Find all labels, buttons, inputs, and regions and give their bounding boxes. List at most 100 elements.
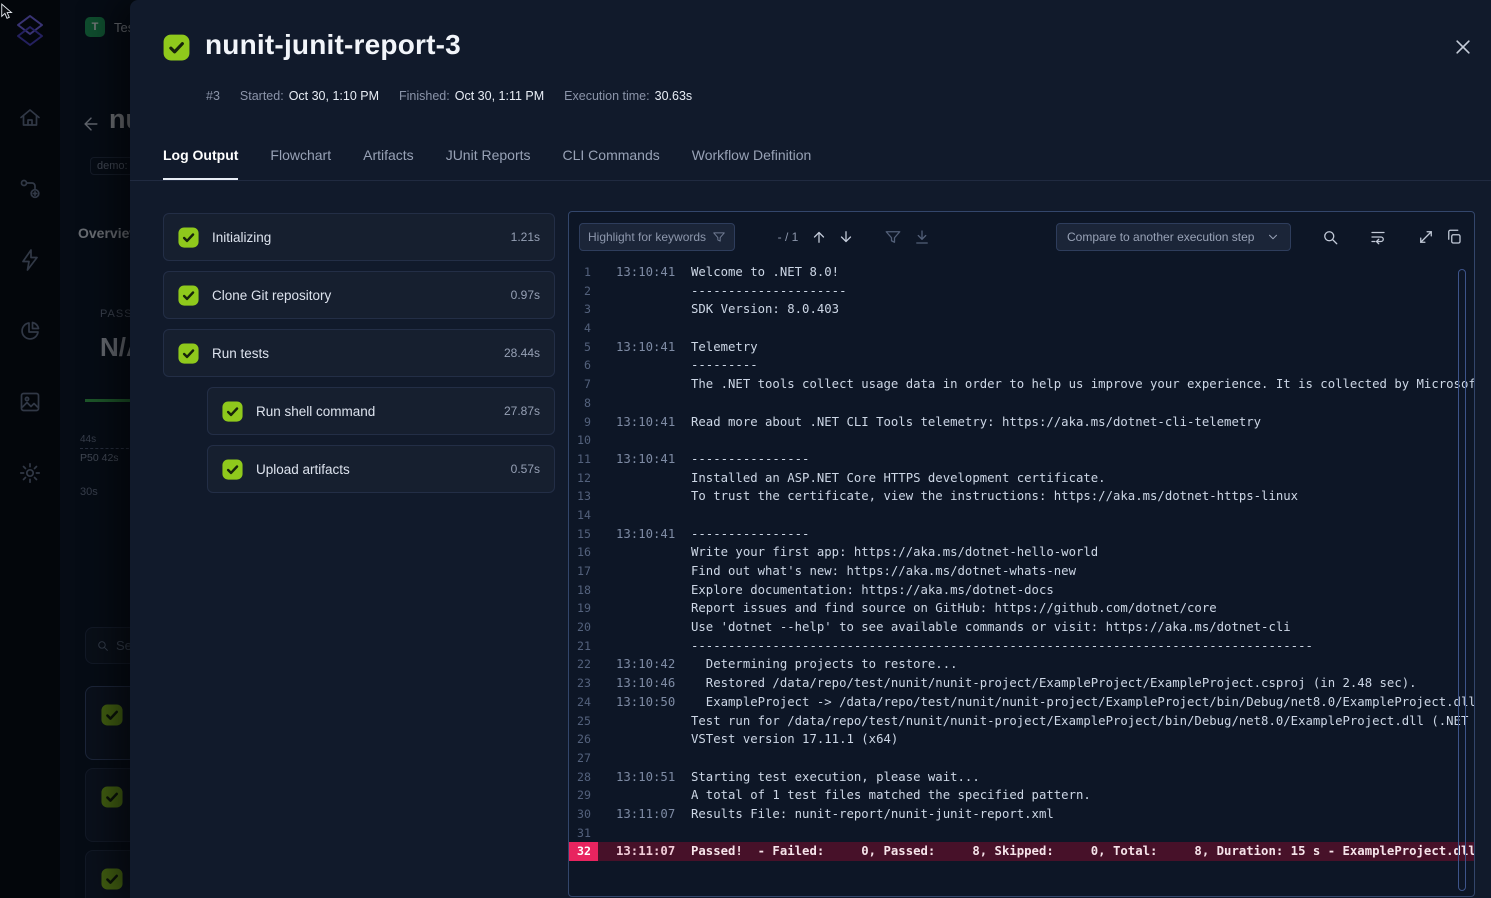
highlight-keywords-box[interactable] bbox=[579, 223, 735, 251]
compare-step-select[interactable]: Compare to another execution step bbox=[1056, 223, 1291, 251]
log-line-19: 19 Report issues and find source on GitHu… bbox=[569, 599, 1474, 618]
line-number: 27 bbox=[569, 749, 598, 768]
next-match-icon[interactable] bbox=[837, 228, 855, 246]
tab-flowchart[interactable]: Flowchart bbox=[270, 147, 331, 181]
step-card-run-tests[interactable]: Run tests28.44s bbox=[163, 329, 555, 377]
success-check-icon bbox=[178, 227, 199, 248]
started-label: Started: bbox=[240, 89, 284, 103]
log-text: Test run for /data/repo/test/nunit/nunit… bbox=[691, 712, 1468, 731]
log-line-6: 6--------- bbox=[569, 356, 1474, 375]
log-timestamp bbox=[616, 786, 676, 805]
step-card-clone-git-repository[interactable]: Clone Git repository0.97s bbox=[163, 271, 555, 319]
success-check-icon bbox=[178, 343, 199, 364]
log-line-2: 2--------------------- bbox=[569, 282, 1474, 301]
log-text: Results File: nunit-report/nunit-junit-r… bbox=[691, 805, 1054, 824]
log-line-13: 13To trust the certificate, view the ins… bbox=[569, 487, 1474, 506]
log-line-4: 4 bbox=[569, 319, 1474, 338]
search-log-icon[interactable] bbox=[1321, 228, 1339, 246]
wrap-text-icon[interactable] bbox=[1369, 228, 1387, 246]
tab-workflow-definition[interactable]: Workflow Definition bbox=[692, 147, 812, 181]
success-check-icon bbox=[178, 285, 199, 306]
step-card-upload-artifacts[interactable]: Upload artifacts0.57s bbox=[207, 445, 555, 493]
fullscreen-icon[interactable] bbox=[1417, 228, 1435, 246]
close-icon[interactable] bbox=[1453, 37, 1473, 57]
log-text: ExampleProject -> /data/repo/test/nunit/… bbox=[691, 693, 1474, 712]
line-number: 17 bbox=[569, 562, 598, 581]
line-number: 30 bbox=[569, 805, 598, 824]
execution-meta: #3 Started: Oct 30, 1:10 PM Finished: Oc… bbox=[206, 89, 692, 103]
log-text: Find out what's new: https://aka.ms/dotn… bbox=[691, 562, 1076, 581]
log-timestamp: 13:11:07 bbox=[616, 842, 676, 861]
copy-log-icon[interactable] bbox=[1445, 228, 1463, 246]
log-timestamp bbox=[616, 824, 676, 843]
log-timestamp bbox=[616, 562, 676, 581]
tab-log-output[interactable]: Log Output bbox=[163, 147, 238, 181]
compare-step-placeholder: Compare to another execution step bbox=[1067, 230, 1254, 244]
log-line-20: 20Use 'dotnet --help' to see available c… bbox=[569, 618, 1474, 637]
log-line-23: 2313:10:46 Restored /data/repo/test/nuni… bbox=[569, 674, 1474, 693]
step-label: Initializing bbox=[212, 230, 511, 245]
log-text: --------------------- bbox=[691, 282, 846, 301]
line-number: 19 bbox=[569, 599, 598, 618]
tab-cli-commands[interactable]: CLI Commands bbox=[563, 147, 660, 181]
log-line-21: 21--------------------------------------… bbox=[569, 637, 1474, 656]
finished-value: Oct 30, 1:11 PM bbox=[455, 89, 544, 103]
log-line-22: 22 13:10:42 Determining projects to resto… bbox=[569, 655, 1474, 674]
download-log-icon[interactable] bbox=[913, 228, 931, 246]
log-text: ---------------- bbox=[691, 525, 809, 544]
line-number: 7 bbox=[569, 375, 598, 394]
log-timestamp bbox=[616, 730, 676, 749]
log-timestamp: 13:10:42 bbox=[616, 655, 676, 674]
started-value: Oct 30, 1:10 PM bbox=[289, 89, 379, 103]
line-number: 6 bbox=[569, 356, 598, 375]
previous-match-icon[interactable] bbox=[810, 228, 828, 246]
log-text: Starting test execution, please wait... bbox=[691, 768, 980, 787]
step-card-initializing[interactable]: Initializing1.21s bbox=[163, 213, 555, 261]
highlight-keywords-input[interactable] bbox=[588, 230, 708, 244]
log-timestamp bbox=[616, 375, 676, 394]
execution-time-label: Execution time: bbox=[564, 89, 649, 103]
log-timestamp bbox=[616, 749, 676, 768]
tab-artifacts[interactable]: Artifacts bbox=[363, 147, 414, 181]
log-timestamp bbox=[616, 356, 676, 375]
line-number: 31 bbox=[569, 824, 598, 843]
log-line-9: 913:10:41Read more about .NET CLI Tools … bbox=[569, 413, 1474, 432]
line-number: 23 bbox=[569, 674, 598, 693]
log-text: Read more about .NET CLI Tools telemetry… bbox=[691, 413, 1261, 432]
line-number: 28 bbox=[569, 768, 598, 787]
log-timestamp bbox=[616, 469, 676, 488]
log-timestamp bbox=[616, 637, 676, 656]
line-number: 16 bbox=[569, 543, 598, 562]
log-timestamp bbox=[616, 712, 676, 731]
chevron-down-icon bbox=[1266, 230, 1280, 244]
log-text: Report issues and find source on GitHub:… bbox=[691, 599, 1217, 618]
line-number: 10 bbox=[569, 431, 598, 450]
line-number: 13 bbox=[569, 487, 598, 506]
line-number: 25 bbox=[569, 712, 598, 731]
log-timestamp: 13:10:41 bbox=[616, 413, 676, 432]
step-duration: 0.97s bbox=[511, 288, 540, 302]
line-number: 20 bbox=[569, 618, 598, 637]
started-meta: Started: Oct 30, 1:10 PM bbox=[240, 89, 379, 103]
line-number: 14 bbox=[569, 506, 598, 525]
log-lines[interactable]: 113:10:41Welcome to .NET 8.0!2----------… bbox=[569, 263, 1474, 896]
log-line-17: 17 Find out what's new: https://aka.ms/do… bbox=[569, 562, 1474, 581]
step-duration: 28.44s bbox=[504, 346, 540, 360]
log-line-3: 3SDK Version: 8.0.403 bbox=[569, 300, 1474, 319]
log-text: ---------------- bbox=[691, 450, 809, 469]
log-line-14: 14 bbox=[569, 506, 1474, 525]
log-line-29: 29A total of 1 test files matched the sp… bbox=[569, 786, 1474, 805]
line-number: 22 bbox=[569, 655, 598, 674]
modal-tabs: Log Output Flowchart Artifacts JUnit Report… bbox=[163, 147, 811, 181]
step-duration: 1.21s bbox=[511, 230, 540, 244]
tab-junit-reports[interactable]: JUnit Reports bbox=[446, 147, 531, 181]
line-number: 32 bbox=[569, 842, 598, 861]
line-number: 26 bbox=[569, 730, 598, 749]
line-number: 3 bbox=[569, 300, 598, 319]
log-scrollbar[interactable] bbox=[1458, 269, 1466, 891]
log-text: Write your first app: https://aka.ms/dot… bbox=[691, 543, 1098, 562]
log-text: Determining projects to restore... bbox=[691, 655, 958, 674]
step-card-run-shell-command[interactable]: Run shell command27.87s bbox=[207, 387, 555, 435]
log-text: Passed! - Failed: 0, Passed: 8, Skipped:… bbox=[691, 842, 1474, 861]
filter-lines-icon[interactable] bbox=[884, 228, 902, 246]
